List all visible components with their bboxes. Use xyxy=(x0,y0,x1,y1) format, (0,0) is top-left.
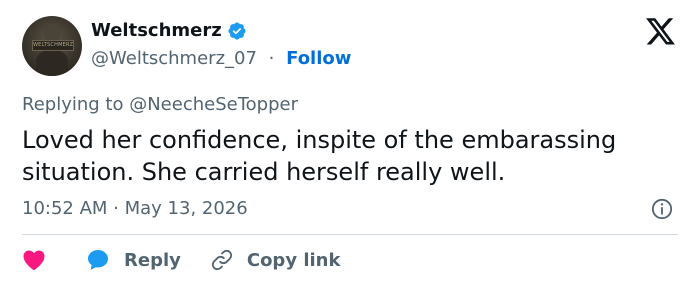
reply-bubble-icon xyxy=(88,250,108,270)
info-icon[interactable] xyxy=(651,198,673,220)
follow-button[interactable]: Follow xyxy=(286,48,351,69)
copy-link-button[interactable]: Copy link xyxy=(211,249,341,271)
like-button[interactable] xyxy=(22,249,46,271)
display-name[interactable]: Weltschmerz xyxy=(91,20,222,41)
avatar-body xyxy=(36,50,68,76)
link-icon xyxy=(211,249,232,271)
action-bar: Reply Copy link xyxy=(22,244,340,276)
separator: · xyxy=(268,48,275,69)
heart-icon xyxy=(23,250,45,271)
reply-label: Reply xyxy=(124,249,181,271)
avatar-sign: WELTSCHMERZ xyxy=(32,40,74,51)
verified-badge-icon xyxy=(228,21,246,40)
handle[interactable]: @Weltschmerz_07 xyxy=(91,48,257,69)
avatar[interactable]: WELTSCHMERZ xyxy=(22,16,82,76)
replying-to[interactable]: Replying to @NeecheSeTopper xyxy=(22,94,298,115)
name-row: Weltschmerz xyxy=(91,20,247,41)
divider xyxy=(22,234,678,235)
reply-button[interactable]: Reply xyxy=(86,248,181,272)
handle-row: @Weltschmerz_07 · Follow xyxy=(91,48,351,69)
copy-link-label: Copy link xyxy=(246,249,341,271)
x-logo-icon[interactable] xyxy=(646,18,676,46)
timestamp[interactable]: 10:52 AM · May 13, 2026 xyxy=(22,198,248,219)
tweet-text: Loved her confidence, inspite of the emb… xyxy=(22,126,617,186)
